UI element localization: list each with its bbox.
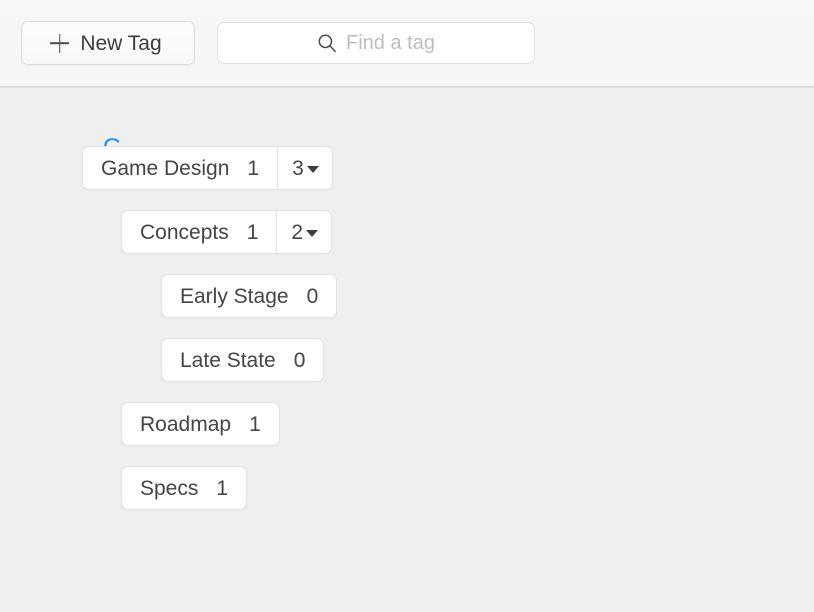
- new-tag-label: New Tag: [80, 31, 162, 55]
- search-icon: [318, 34, 336, 53]
- plus-icon: [50, 34, 69, 53]
- tag-pill[interactable]: Early Stage 0: [161, 274, 338, 318]
- tag-children-count: 2: [291, 220, 304, 244]
- tag-row: Early Stage 0: [0, 274, 814, 318]
- chevron-down-icon[interactable]: [306, 229, 319, 237]
- tag-pill[interactable]: Specs 1: [121, 466, 248, 510]
- tag-name: Specs: [140, 476, 199, 500]
- search-input[interactable]: Find a tag: [217, 22, 535, 64]
- tag-count: 0: [306, 284, 319, 308]
- tag-count: 1: [246, 220, 259, 244]
- tag-pill[interactable]: Late State 0: [161, 338, 325, 382]
- tag-main[interactable]: Concepts 1: [122, 211, 276, 253]
- tag-name: Game Design: [101, 156, 230, 180]
- tag-list: G Game Design13Concepts12Early Stage0Lat…: [0, 88, 814, 612]
- tag-name: Late State: [180, 348, 276, 372]
- tag-count: 0: [293, 348, 306, 372]
- tag-row: Roadmap 1: [0, 402, 814, 446]
- tag-name: Roadmap: [140, 412, 232, 436]
- tag-main[interactable]: Roadmap 1: [122, 403, 279, 445]
- tag-count: 1: [216, 476, 229, 500]
- tag-count: 1: [247, 156, 260, 180]
- tag-row: Specs 1: [0, 466, 814, 510]
- tag-children-disclosure[interactable]: 3: [277, 147, 332, 189]
- tag-row: Late State 0: [0, 338, 814, 382]
- search-placeholder: Find a tag: [346, 32, 435, 54]
- tag-children-count: 3: [292, 156, 304, 180]
- tag-name: Concepts: [140, 220, 229, 244]
- tag-main[interactable]: Late State 0: [162, 339, 323, 381]
- tag-row: Concepts 1 2: [0, 210, 814, 254]
- tag-row: Game Design 1 3: [0, 146, 814, 190]
- section-header-letter: G: [0, 88, 814, 160]
- tags-window: New Tag Find a tag G Game Design 1 3 Concep…: [0, 0, 814, 612]
- toolbar: New Tag Find a tag: [0, 0, 814, 88]
- tag-main[interactable]: Early Stage 0: [162, 275, 336, 317]
- tag-main[interactable]: Specs 1: [122, 467, 246, 509]
- tag-section-g: G Game Design13Concepts12Early Stage0Lat…: [0, 88, 814, 510]
- tag-main[interactable]: Game Design 1: [83, 147, 277, 189]
- tag-name: Early Stage: [180, 284, 289, 308]
- tag-rows: Game Design 1 3 Concepts 1 2 Early Stage 0 Late …: [0, 136, 814, 510]
- tag-count: 1: [249, 412, 261, 436]
- tag-pill[interactable]: Roadmap 1: [121, 402, 280, 446]
- tag-pill[interactable]: Concepts 1 2: [121, 210, 333, 254]
- chevron-down-icon[interactable]: [306, 165, 319, 173]
- tag-pill[interactable]: Game Design 1 3: [82, 146, 333, 190]
- new-tag-button[interactable]: New Tag: [21, 21, 195, 65]
- tag-children-disclosure[interactable]: 2: [276, 211, 331, 253]
